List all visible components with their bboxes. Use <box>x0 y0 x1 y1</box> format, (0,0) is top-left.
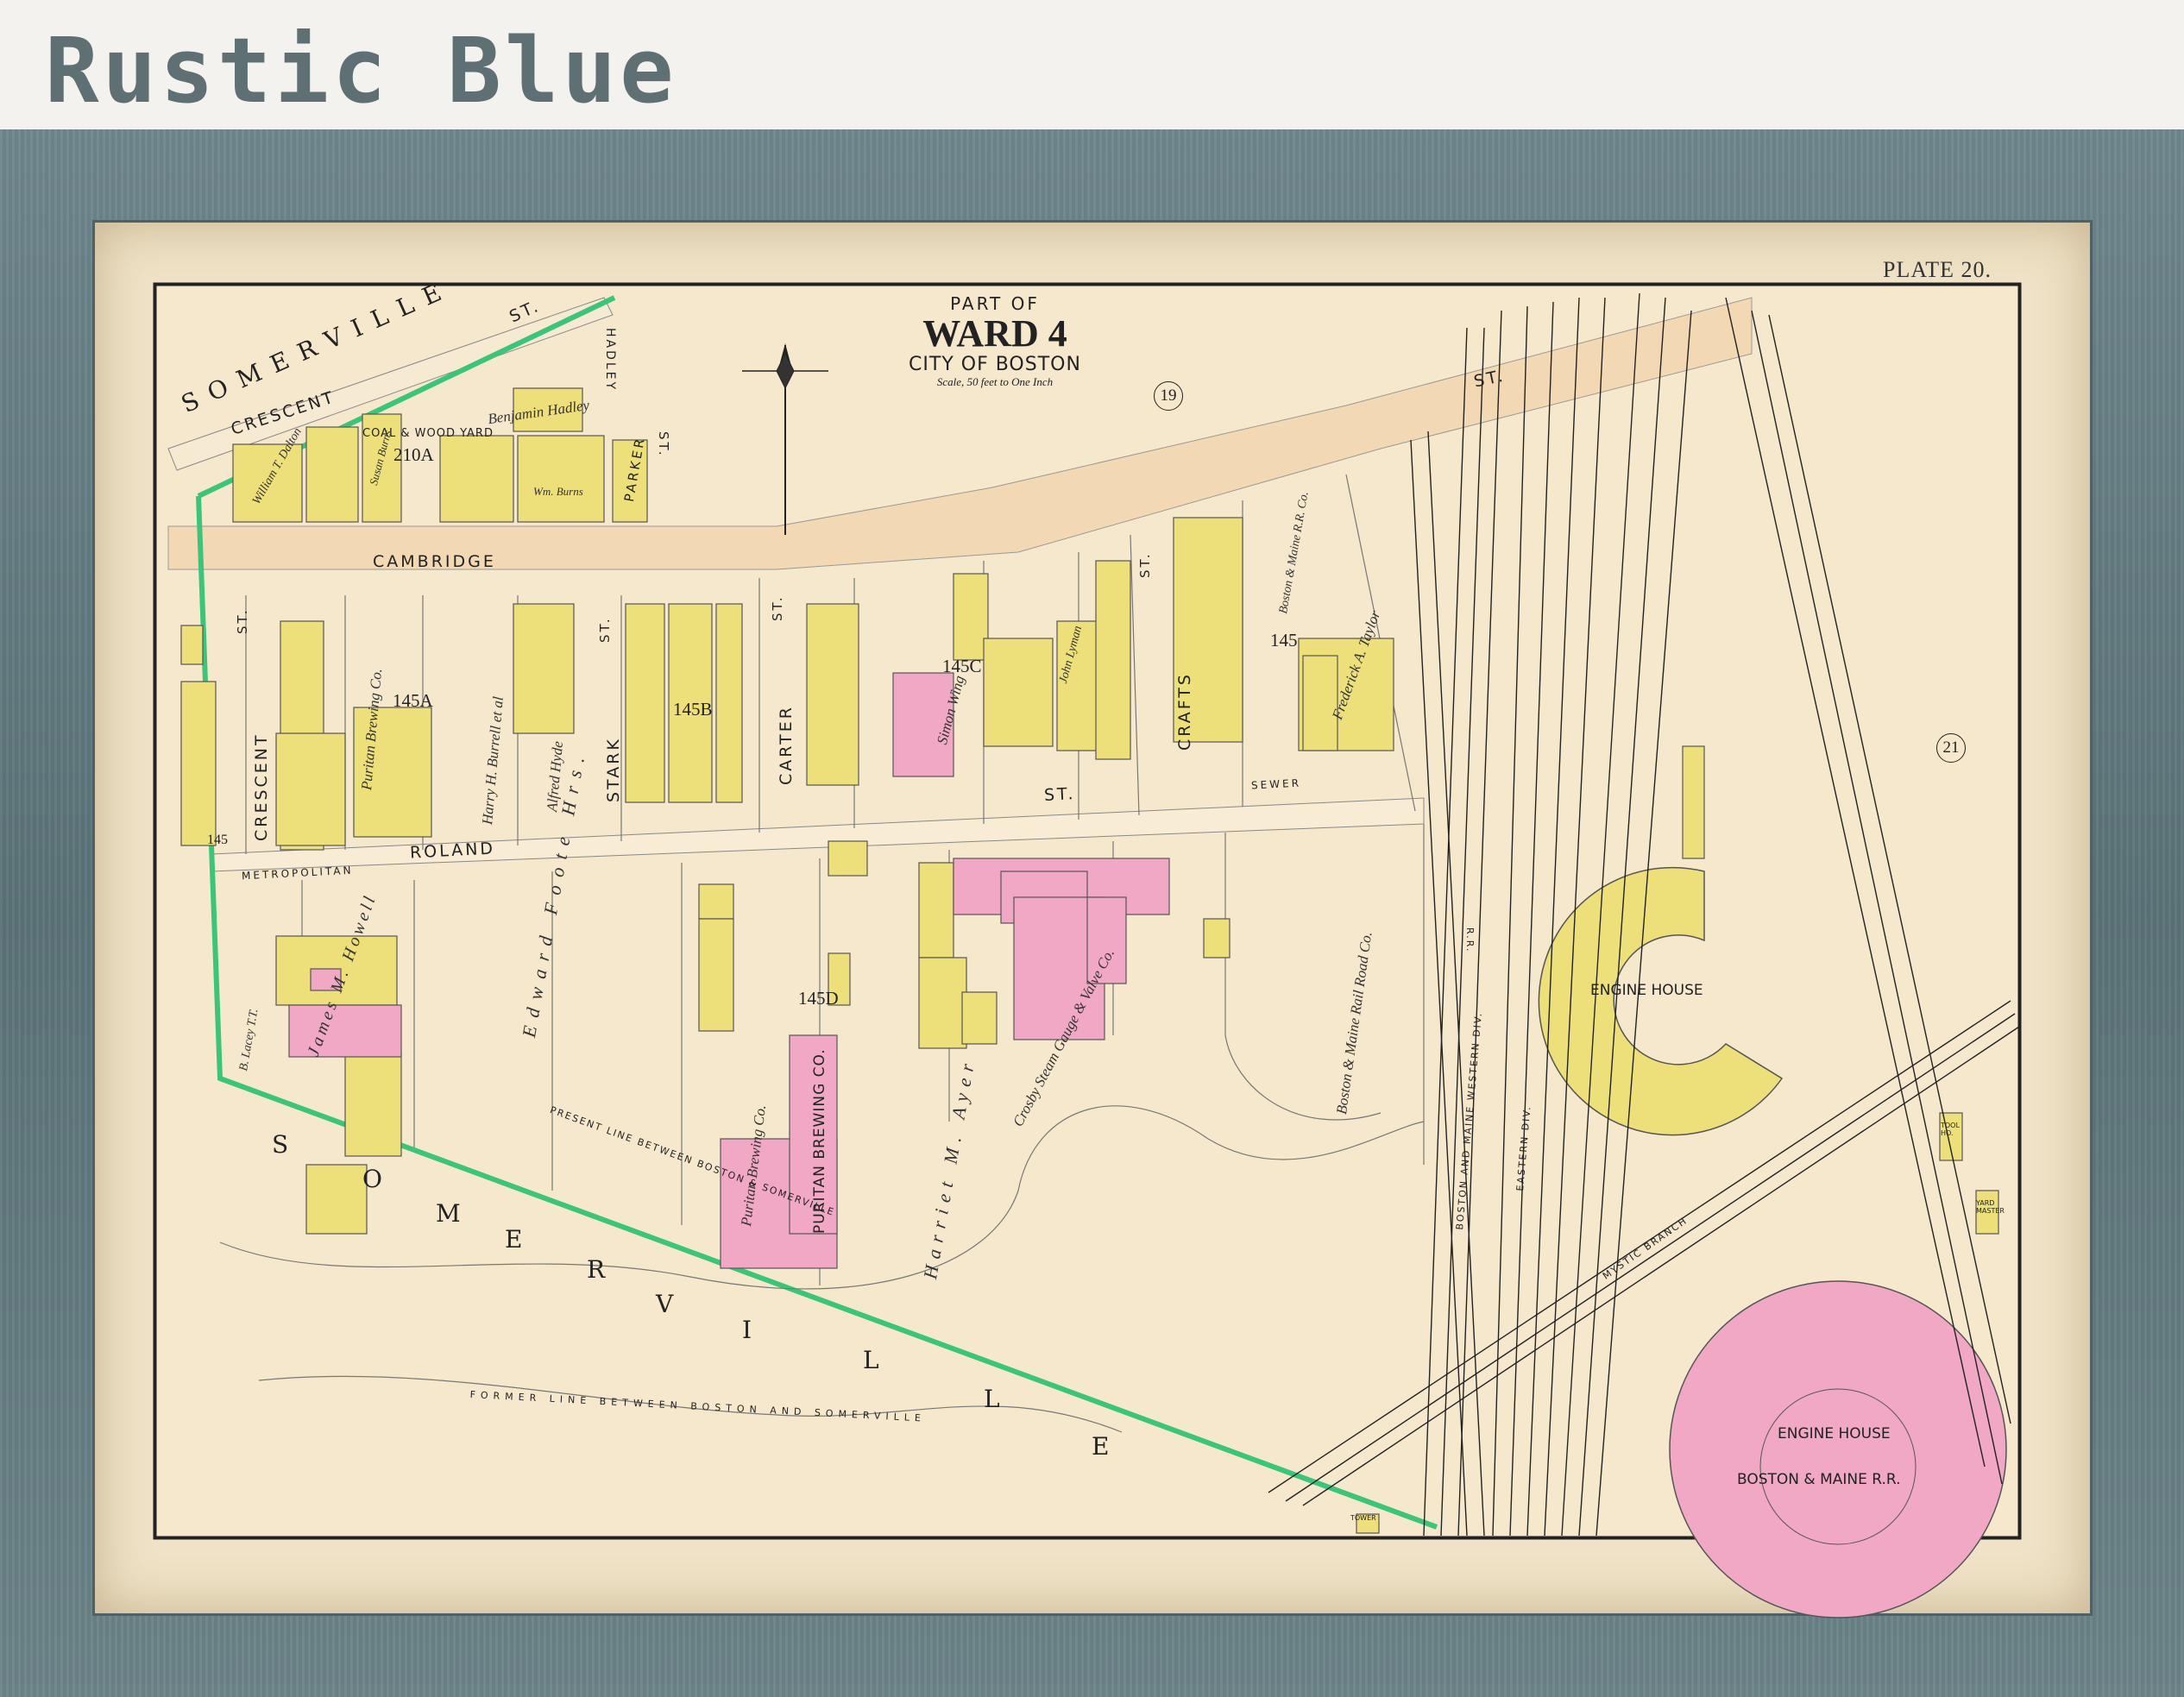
lot-145: 145 <box>1270 630 1298 651</box>
somerville-letter-l2: L <box>984 1385 1000 1413</box>
lot-145-edge: 145 <box>207 833 228 847</box>
label-parker-st: ST. <box>656 431 671 458</box>
map-title-block: PART OF WARD 4 CITY OF BOSTON Scale, 50 … <box>887 293 1103 389</box>
label-crescent: CRESCENT <box>252 732 271 841</box>
label-wm-burns: Wm. Burns <box>533 485 583 498</box>
map-title-ward: WARD 4 <box>922 312 1067 355</box>
map-scale: Scale, 50 feet to One Inch <box>936 375 1054 388</box>
engine-house-pink <box>1669 1280 2007 1618</box>
lot-145a: 145A <box>393 690 433 711</box>
label-cambridge: CAMBRIDGE <box>373 552 496 571</box>
label-engine-house-2: ENGINE HOUSE <box>1778 1425 1891 1442</box>
label-crafts-st: ST. <box>1137 551 1153 578</box>
somerville-letter-o: O <box>362 1165 382 1193</box>
lot-145c: 145C <box>942 656 982 676</box>
label-tower: TOWER <box>1350 1514 1376 1522</box>
somerville-letter-r: R <box>587 1255 606 1284</box>
plate-number: PLATE 20. <box>1883 257 1992 282</box>
label-crescent-st: ST. <box>235 607 250 634</box>
ward-marker-19: 19 <box>1154 381 1183 411</box>
lot-145d: 145D <box>798 988 839 1009</box>
lot-210a: 210A <box>393 444 434 465</box>
lot-145b: 145B <box>673 699 713 720</box>
somerville-letter-v: V <box>656 1290 674 1318</box>
somerville-letter-m: M <box>436 1199 461 1228</box>
label-rr: R.R. <box>1464 927 1476 953</box>
somerville-letter-l: L <box>863 1346 879 1374</box>
label-stark-st: ST. <box>597 616 613 643</box>
label-carter: CARTER <box>777 705 796 785</box>
label-engine-house-1: ENGINE HOUSE <box>1590 982 1703 999</box>
label-hadley: HADLEY <box>603 328 617 393</box>
ward-marker-21: 21 <box>1936 733 1966 763</box>
label-crafts: CRAFTS <box>1175 672 1194 751</box>
label-roland-st: ST. <box>1043 784 1077 805</box>
somerville-letter-e2: E <box>1092 1432 1110 1461</box>
label-carter-st: ST. <box>770 594 785 621</box>
label-stark: STARK <box>604 737 623 802</box>
somerville-letter-i: I <box>742 1316 752 1344</box>
label-yard-master: YARD MASTER <box>1976 1199 2005 1215</box>
map-title-city: CITY OF BOSTON <box>909 354 1081 375</box>
somerville-letter-s: S <box>272 1130 289 1159</box>
label-tool-ho: TOOL HO. <box>1941 1122 1960 1137</box>
somerville-letter-e: E <box>505 1225 523 1254</box>
label-boston-maine-rr: BOSTON & MAINE R.R. <box>1737 1471 1901 1488</box>
map-title-part-of: PART OF <box>950 293 1040 314</box>
